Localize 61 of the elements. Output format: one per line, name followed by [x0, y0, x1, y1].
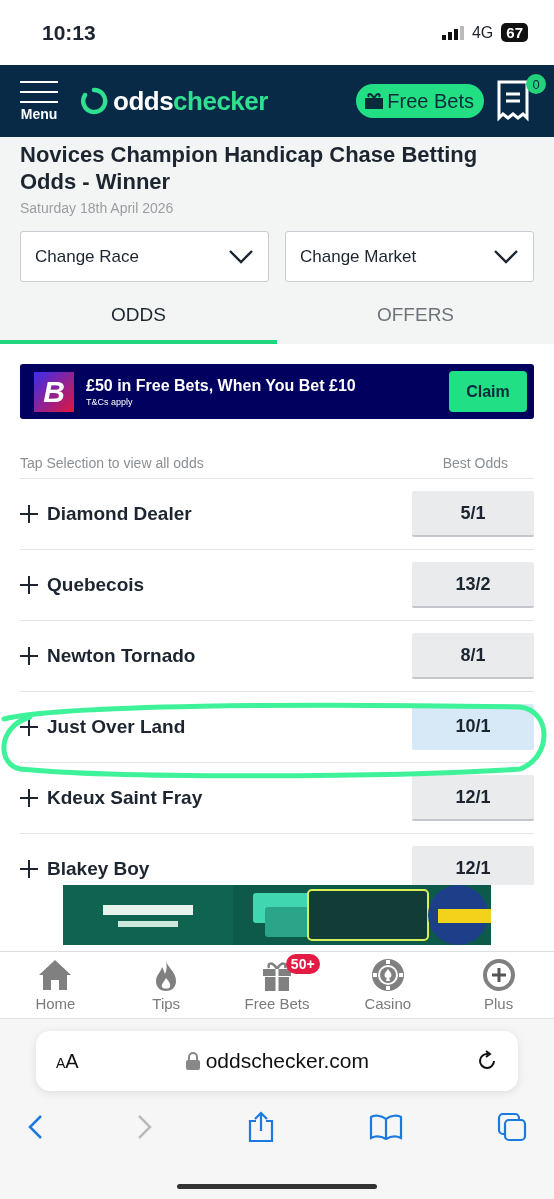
- odds-button[interactable]: 12/1: [412, 775, 534, 821]
- nav-tab[interactable]: Free Bets 50+: [221, 952, 333, 1018]
- column-heading: Best Odds: [442, 455, 508, 471]
- claim-button[interactable]: Claim: [449, 371, 527, 412]
- expand-plus-icon[interactable]: [20, 576, 38, 594]
- expand-plus-icon[interactable]: [20, 647, 38, 665]
- battery-level: 67: [501, 23, 528, 42]
- gift-icon: [364, 92, 385, 110]
- odds-button[interactable]: 5/1: [412, 491, 534, 537]
- runner-name[interactable]: Just Over Land: [47, 716, 412, 738]
- bookmarks-icon[interactable]: [369, 1114, 403, 1140]
- text-size-button[interactable]: AA: [56, 1049, 79, 1073]
- bookmaker-logo: B: [34, 371, 74, 412]
- runner-name[interactable]: Quebecois: [47, 574, 412, 596]
- free-bets-button[interactable]: Free Bets: [356, 84, 484, 118]
- runner-name[interactable]: Newton Tornado: [47, 645, 412, 667]
- url-text: oddschecker.com: [205, 1049, 370, 1073]
- status-time: 10:13: [42, 20, 97, 45]
- logo-ring-icon: [80, 87, 108, 115]
- expand-plus-icon[interactable]: [20, 718, 38, 736]
- lock-icon: [185, 1052, 200, 1070]
- odds-button[interactable]: 13/2: [412, 562, 534, 608]
- expand-plus-icon[interactable]: [20, 789, 38, 807]
- share-icon[interactable]: [247, 1111, 275, 1143]
- list-hint: Tap Selection to view all odds: [20, 455, 204, 471]
- flame-icon: [154, 960, 179, 992]
- promo-terms: T&Cs apply: [86, 396, 134, 407]
- race-date: Saturday 18th April 2026: [20, 200, 175, 216]
- logo-wordmark: oddschecker: [113, 85, 268, 117]
- odds-button[interactable]: 8/1: [412, 633, 534, 679]
- dropdown-select[interactable]: Change Race: [20, 231, 269, 282]
- reload-icon[interactable]: [476, 1050, 498, 1072]
- network-type: 4G: [471, 23, 494, 42]
- betslip-count-badge: 0: [526, 74, 546, 94]
- promo-headline: £50 in Free Bets, When You Bet £10: [86, 376, 357, 395]
- runner-name[interactable]: Kdeux Saint Fray: [47, 787, 412, 809]
- odds-button[interactable]: 12/1: [412, 846, 534, 885]
- tab[interactable]: OFFERS: [277, 282, 554, 344]
- nav-tab[interactable]: Plus: [443, 952, 554, 1018]
- expand-plus-icon[interactable]: [20, 505, 38, 523]
- casino-chip-icon: [370, 958, 405, 992]
- count-badge: 50+: [285, 954, 320, 974]
- nav-tab[interactable]: Casino: [332, 952, 444, 1018]
- race-title: Novices Champion Handicap Chase Betting Odds - Winner: [20, 141, 479, 195]
- chevron-down-icon: [493, 248, 519, 265]
- menu-button[interactable]: Menu: [20, 80, 58, 122]
- expand-plus-icon[interactable]: [20, 860, 38, 878]
- address-bar[interactable]: AA oddschecker.com: [36, 1031, 518, 1091]
- nav-tab[interactable]: Home: [0, 952, 111, 1018]
- runner-name[interactable]: Diamond Dealer: [47, 503, 412, 525]
- tabs-icon[interactable]: [497, 1112, 527, 1142]
- tab[interactable]: ODDS: [0, 282, 277, 344]
- nav-tab[interactable]: Tips: [110, 952, 222, 1018]
- dropdown-select[interactable]: Change Market: [285, 231, 534, 282]
- chevron-down-icon: [228, 248, 254, 265]
- runner-name[interactable]: Blakey Boy: [47, 858, 412, 880]
- gift-icon: [262, 960, 292, 992]
- betslip-icon[interactable]: [496, 80, 530, 122]
- plus-circle-icon: [481, 958, 516, 992]
- back-icon[interactable]: [27, 1114, 43, 1140]
- signal-icon: [441, 25, 464, 40]
